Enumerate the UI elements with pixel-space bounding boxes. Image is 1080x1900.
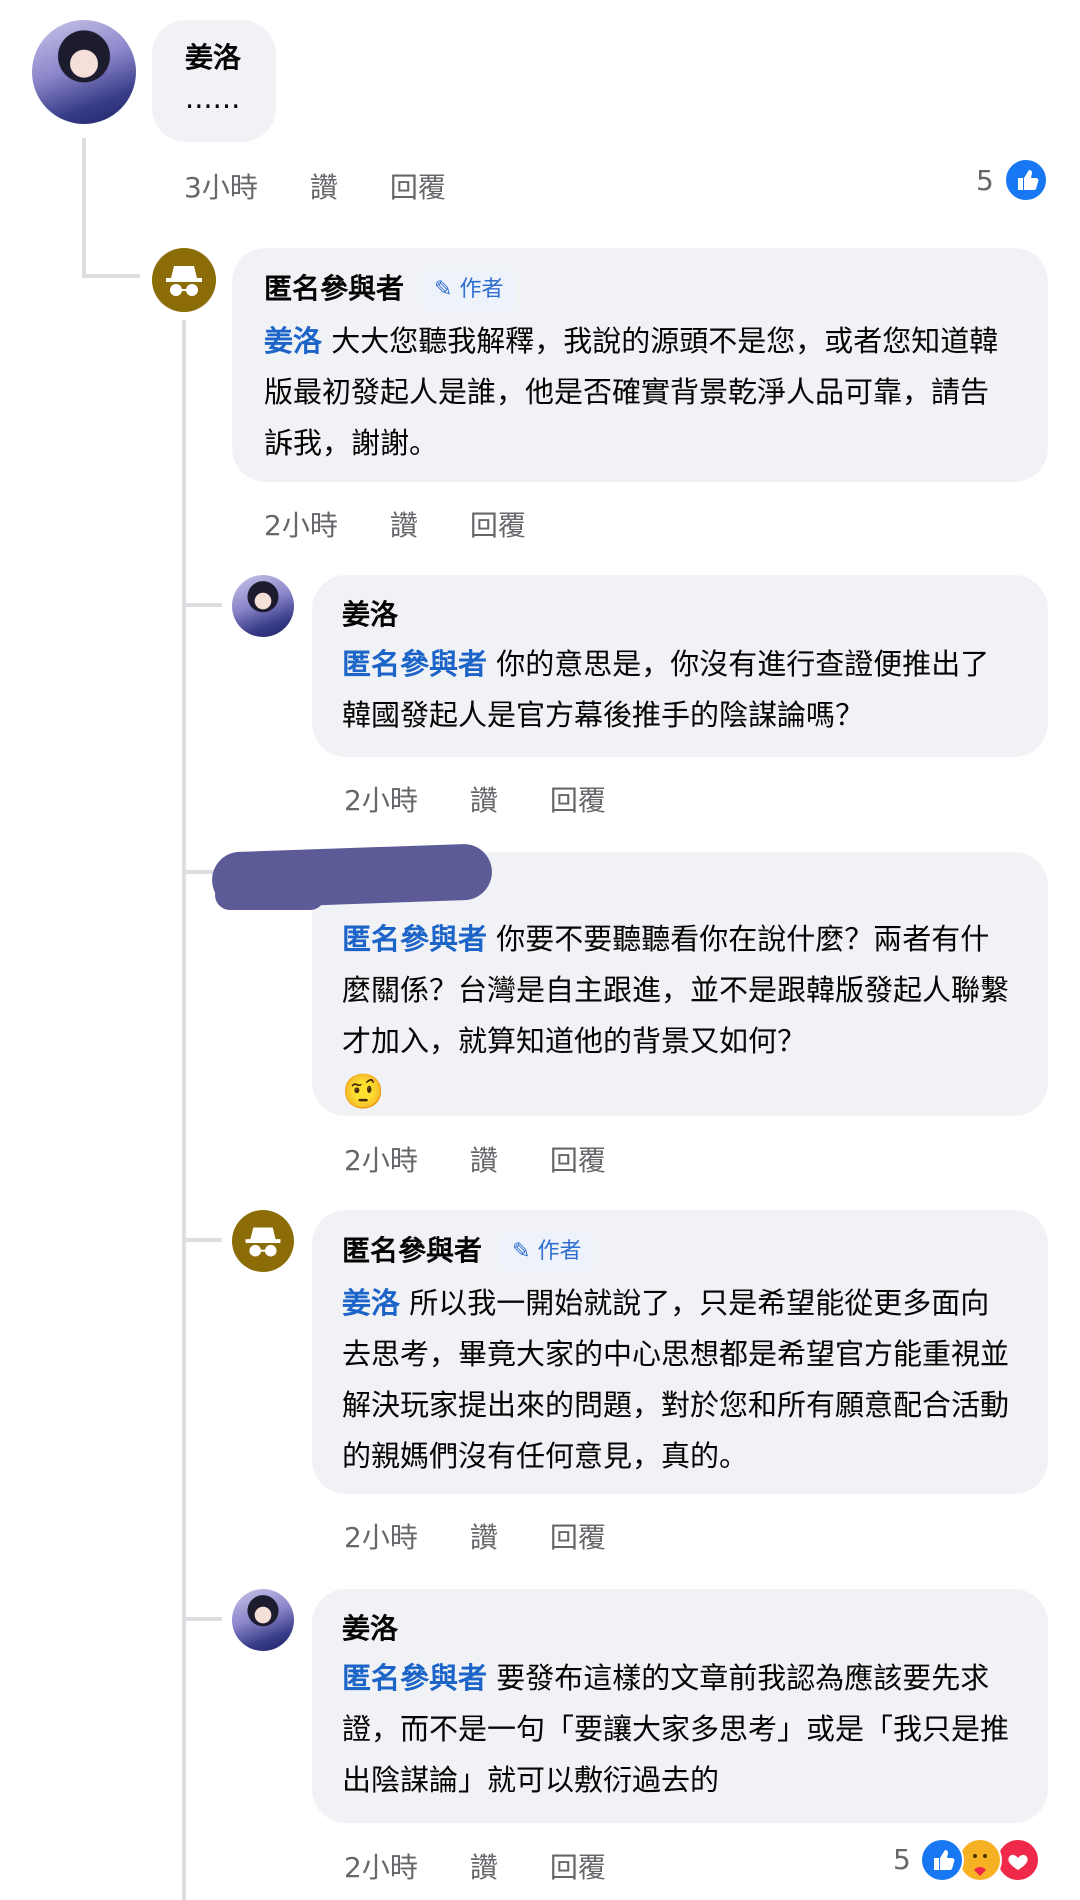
comment-author[interactable]: 匿名參與者 <box>342 1234 482 1267</box>
love-reaction-icon[interactable] <box>996 1838 1040 1882</box>
author-badge-label: 作者 <box>459 277 504 302</box>
comment-bubble: 姜洛 匿名參與者 要發布這樣的文章前我認為應該要先求證，而不是一句「要讓大家多思… <box>312 1589 1048 1823</box>
reaction-count[interactable]: 5 <box>893 1843 911 1876</box>
comment-text: 匿名參與者 你要不要聽聽看你在說什麼？兩者有什麼關係？台灣是自主跟進，並不是跟韓… <box>342 914 1018 1067</box>
comment-actions: 3小時 讚 回覆 <box>184 166 498 206</box>
anonymous-avatar[interactable] <box>152 248 216 312</box>
mention-link[interactable]: 匿名參與者 <box>342 647 487 681</box>
comment-author-row: 匿名參與者 ✎ 作者 <box>342 1232 1018 1272</box>
mention-link[interactable]: 匿名參與者 <box>342 922 487 956</box>
avatar[interactable] <box>232 575 294 637</box>
pencil-icon: ✎ <box>434 277 453 302</box>
comment-author-row: 匿名參與者 ✎ 作者 <box>264 270 1014 310</box>
thread-line-elbow-1 <box>182 603 222 607</box>
reply-button[interactable]: 回覆 <box>390 166 446 206</box>
comment-author[interactable]: 姜洛 <box>342 597 1018 633</box>
reply-button[interactable]: 回覆 <box>550 1139 606 1179</box>
like-button[interactable]: 讚 <box>390 504 418 544</box>
anonymous-hat-icon <box>245 1227 281 1257</box>
comment-time[interactable]: 2小時 <box>344 1516 418 1556</box>
comment-author[interactable]: 姜洛 <box>342 1611 1018 1647</box>
comment-actions: 2小時 讚 回覆 <box>344 1516 658 1556</box>
comment-actions: 2小時 讚 回覆 <box>344 779 658 819</box>
thread-line-elbow-4 <box>182 1617 222 1621</box>
like-button[interactable]: 讚 <box>310 166 338 206</box>
comment-text: 匿名參與者 要發布這樣的文章前我認為應該要先求證，而不是一句「要讓大家多思考」或… <box>342 1653 1018 1806</box>
avatar[interactable] <box>32 20 136 124</box>
like-button[interactable]: 讚 <box>470 779 498 819</box>
avatar[interactable] <box>232 1589 294 1651</box>
like-button[interactable]: 讚 <box>470 1139 498 1179</box>
reply-button[interactable]: 回覆 <box>550 1846 606 1886</box>
comment-bubble: 姜洛 匿名參與者 你的意思是，你沒有進行查證便推出了韓國發起人是官方幕後推手的陰… <box>312 575 1048 757</box>
comment-time[interactable]: 2小時 <box>264 504 338 544</box>
anonymous-avatar[interactable] <box>232 1210 294 1272</box>
reply-button[interactable]: 回覆 <box>550 1516 606 1556</box>
like-button[interactable]: 讚 <box>470 1516 498 1556</box>
comment-time[interactable]: 2小時 <box>344 1846 418 1886</box>
author-badge-label: 作者 <box>537 1239 582 1264</box>
comment-time[interactable]: 3小時 <box>184 166 258 206</box>
like-reaction-icon[interactable] <box>1004 158 1048 202</box>
comment-text: 姜洛 大大您聽我解釋，我說的源頭不是您，或者您知道韓版最初發起人是誰，他是否確實… <box>264 316 1014 469</box>
author-badge: ✎ 作者 <box>500 1232 594 1272</box>
thread-line-main-elbow <box>82 274 140 278</box>
like-reaction-icon[interactable] <box>920 1838 964 1882</box>
author-badge: ✎ 作者 <box>422 270 516 310</box>
comment-text: 姜洛 所以我一開始就說了，只是希望能從更多面向去思考，畢竟大家的中心思想都是希望… <box>342 1278 1018 1482</box>
comment-body: 大大您聽我解釋，我說的源頭不是您，或者您知道韓版最初發起人是誰，他是否確實背景乾… <box>264 324 999 460</box>
care-reaction-icon[interactable] <box>958 1838 1002 1882</box>
comment-text: ...... <box>185 81 241 115</box>
anonymous-hat-icon <box>166 266 202 296</box>
comment-actions: 2小時 讚 回覆 <box>344 1846 658 1886</box>
comment-time[interactable]: 2小時 <box>344 1139 418 1179</box>
comment-author[interactable]: 姜洛 <box>185 40 276 76</box>
reply-button[interactable]: 回覆 <box>550 779 606 819</box>
like-button[interactable]: 讚 <box>470 1846 498 1886</box>
comment-actions: 2小時 讚 回覆 <box>344 1139 658 1179</box>
comment-body: 所以我一開始就說了，只是希望能從更多面向去思考，畢竟大家的中心思想都是希望官方能… <box>342 1286 1010 1473</box>
mention-link[interactable]: 匿名參與者 <box>342 1661 487 1695</box>
thread-line-sub <box>182 320 186 1900</box>
redaction-overlay <box>215 880 325 910</box>
thread-line-elbow-3 <box>182 1238 222 1242</box>
comment-bubble: 匿名參與者 ✎ 作者 姜洛 大大您聽我解釋，我說的源頭不是您，或者您知道韓版最初發… <box>232 248 1048 482</box>
mention-link[interactable]: 姜洛 <box>342 1286 400 1320</box>
thread-line-main <box>82 138 86 278</box>
comment-bubble: 姜洛 ...... <box>152 20 276 142</box>
pencil-icon: ✎ <box>512 1239 531 1264</box>
comment-time[interactable]: 2小時 <box>344 779 418 819</box>
comment-actions: 2小時 讚 回覆 <box>264 504 578 544</box>
mention-link[interactable]: 姜洛 <box>264 324 322 358</box>
comment-text: 匿名參與者 你的意思是，你沒有進行查證便推出了韓國發起人是官方幕後推手的陰謀論嗎… <box>342 639 1018 741</box>
comment-bubble: 匿名參與者 ✎ 作者 姜洛 所以我一開始就說了，只是希望能從更多面向去思考，畢竟大… <box>312 1210 1048 1494</box>
thinking-emoji-icon: 🤨 <box>342 1072 385 1112</box>
reaction-count[interactable]: 5 <box>976 164 994 197</box>
reply-button[interactable]: 回覆 <box>470 504 526 544</box>
comment-author[interactable]: 匿名參與者 <box>264 272 404 305</box>
